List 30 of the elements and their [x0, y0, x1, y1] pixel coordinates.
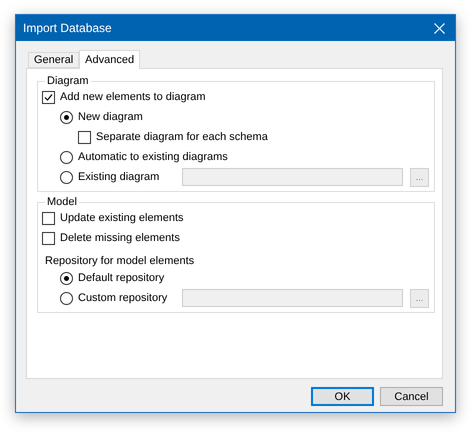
section-label: Repository for model elements — [45, 254, 196, 268]
radio-label[interactable]: New diagram — [78, 111, 429, 123]
window-title: Import Database — [23, 21, 112, 35]
dialog-button[interactable]: OK — [311, 387, 374, 406]
checkbox-label[interactable]: Update existing elements — [60, 212, 429, 224]
radio-label[interactable]: Custom repository — [78, 292, 182, 304]
checkbox-label[interactable]: Separate diagram for each schema — [96, 131, 429, 143]
group-title: Model — [46, 196, 78, 208]
radio-button[interactable] — [60, 110, 73, 124]
dialog-button[interactable]: Cancel — [380, 387, 443, 406]
tab[interactable]: Advanced — [79, 50, 140, 69]
checkbox-label[interactable]: Delete missing elements — [60, 232, 429, 244]
tab[interactable]: General — [28, 52, 80, 68]
radio-button[interactable] — [60, 292, 73, 304]
checkbox-label[interactable]: Add new elements to diagram — [60, 91, 429, 103]
checkbox[interactable] — [78, 130, 91, 144]
radio-button[interactable] — [60, 170, 73, 184]
close-button[interactable] — [431, 20, 447, 36]
group-title: Diagram — [46, 75, 90, 87]
checkbox[interactable] — [42, 90, 55, 104]
radio-label[interactable]: Default repository — [78, 272, 429, 284]
close-icon — [434, 22, 444, 34]
browse-button[interactable]: ... — [410, 288, 429, 308]
radio-button[interactable] — [60, 150, 73, 164]
checkbox[interactable] — [42, 212, 55, 224]
radio-label[interactable]: Automatic to existing diagrams — [78, 151, 429, 163]
radio-label[interactable]: Existing diagram — [78, 171, 182, 183]
checkbox[interactable] — [42, 232, 55, 244]
browse-button[interactable]: ... — [410, 168, 429, 186]
radio-button[interactable] — [60, 272, 73, 284]
